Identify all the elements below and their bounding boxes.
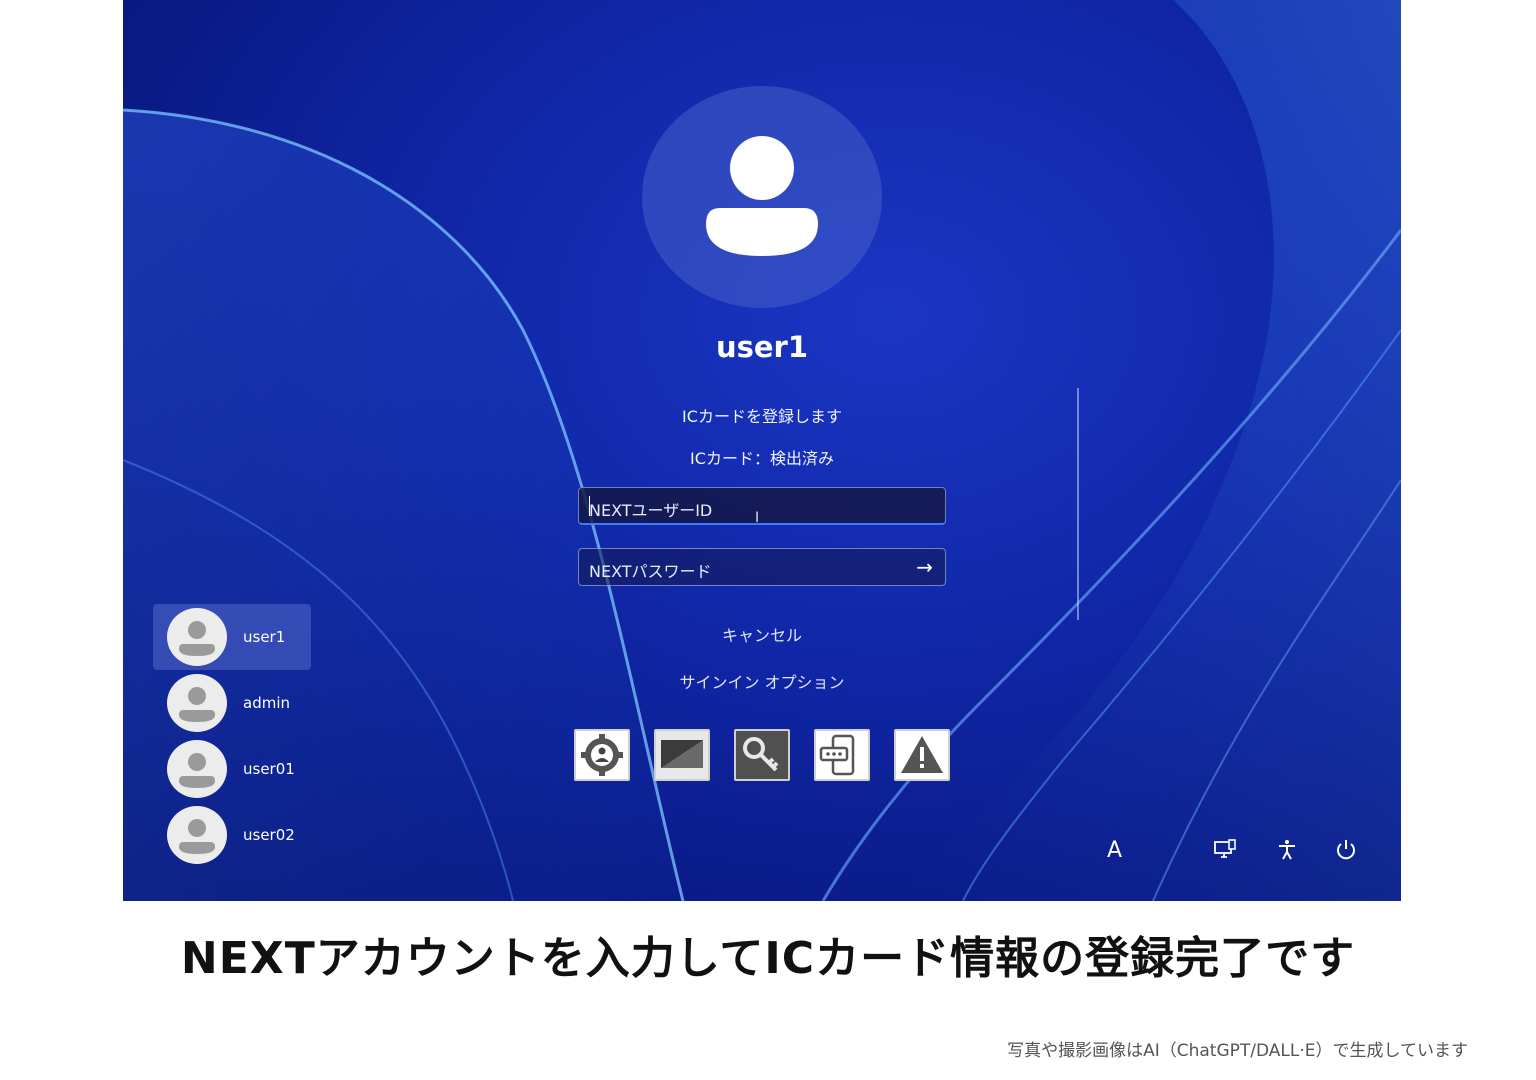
ibeam-cursor-icon: I (755, 510, 760, 526)
settings-user-icon (581, 734, 623, 776)
user-list-item[interactable]: user01 (153, 736, 311, 802)
user-list-item[interactable]: admin (153, 670, 311, 736)
user-list-name: admin (243, 694, 290, 712)
avatar (167, 674, 227, 732)
card-status-message: ICカード：検出済み (690, 449, 834, 468)
user-list-item[interactable]: user02 (153, 802, 311, 868)
avatar (167, 608, 227, 666)
register-message: ICカードを登録します (682, 407, 842, 426)
user-silhouette-icon (179, 753, 215, 788)
smartcard-icon (661, 740, 703, 768)
userid-field[interactable]: NEXTユーザーID I (578, 487, 946, 526)
user-avatar-large (642, 86, 882, 308)
user-silhouette-icon (179, 687, 215, 722)
password-placeholder: NEXTパスワード (589, 562, 712, 581)
key-icon (743, 737, 779, 772)
submit-arrow-icon[interactable]: → (916, 555, 933, 579)
user-silhouette-icon (706, 136, 818, 256)
network-icon[interactable] (1213, 838, 1237, 866)
user-list-name: user01 (243, 760, 295, 778)
user-switcher-list: user1 admin user01 user02 (153, 604, 311, 868)
signin-options-link[interactable]: サインイン オプション (123, 669, 1401, 693)
accessibility-icon[interactable] (1275, 838, 1299, 866)
avatar (167, 740, 227, 798)
settings-user-option[interactable] (574, 729, 630, 781)
slide-caption: NEXTアカウントを入力してICカード情報の登録完了です (180, 933, 1356, 984)
user-list-name: user02 (243, 826, 295, 844)
key-option[interactable] (734, 729, 790, 781)
avatar (167, 806, 227, 864)
phone-code-option[interactable] (814, 729, 870, 781)
login-screen: user1 ICカードを登録します ICカード：検出済み NEXTユーザーID … (123, 0, 1401, 901)
input-indicator[interactable]: A (1107, 838, 1122, 863)
user-silhouette-icon (179, 819, 215, 854)
user-list-item[interactable]: user1 (153, 604, 311, 670)
warning-option[interactable] (894, 729, 950, 781)
divider-line (1077, 388, 1079, 620)
power-icon[interactable] (1334, 838, 1358, 866)
ai-disclaimer-note: 写真や撮影画像はAI（ChatGPT/DALL·E）で生成しています (1007, 1041, 1468, 1061)
text-caret (589, 496, 590, 516)
phone-code-icon (819, 734, 855, 776)
warning-icon (901, 736, 943, 773)
user-silhouette-icon (179, 621, 215, 656)
password-field[interactable]: NEXTパスワード → (578, 548, 946, 586)
userid-placeholder: NEXTユーザーID (589, 501, 713, 520)
page-title-username: user1 (715, 330, 809, 364)
smartcard-option[interactable] (654, 729, 710, 781)
user-list-name: user1 (243, 628, 286, 646)
cancel-link[interactable]: キャンセル (123, 622, 1401, 646)
